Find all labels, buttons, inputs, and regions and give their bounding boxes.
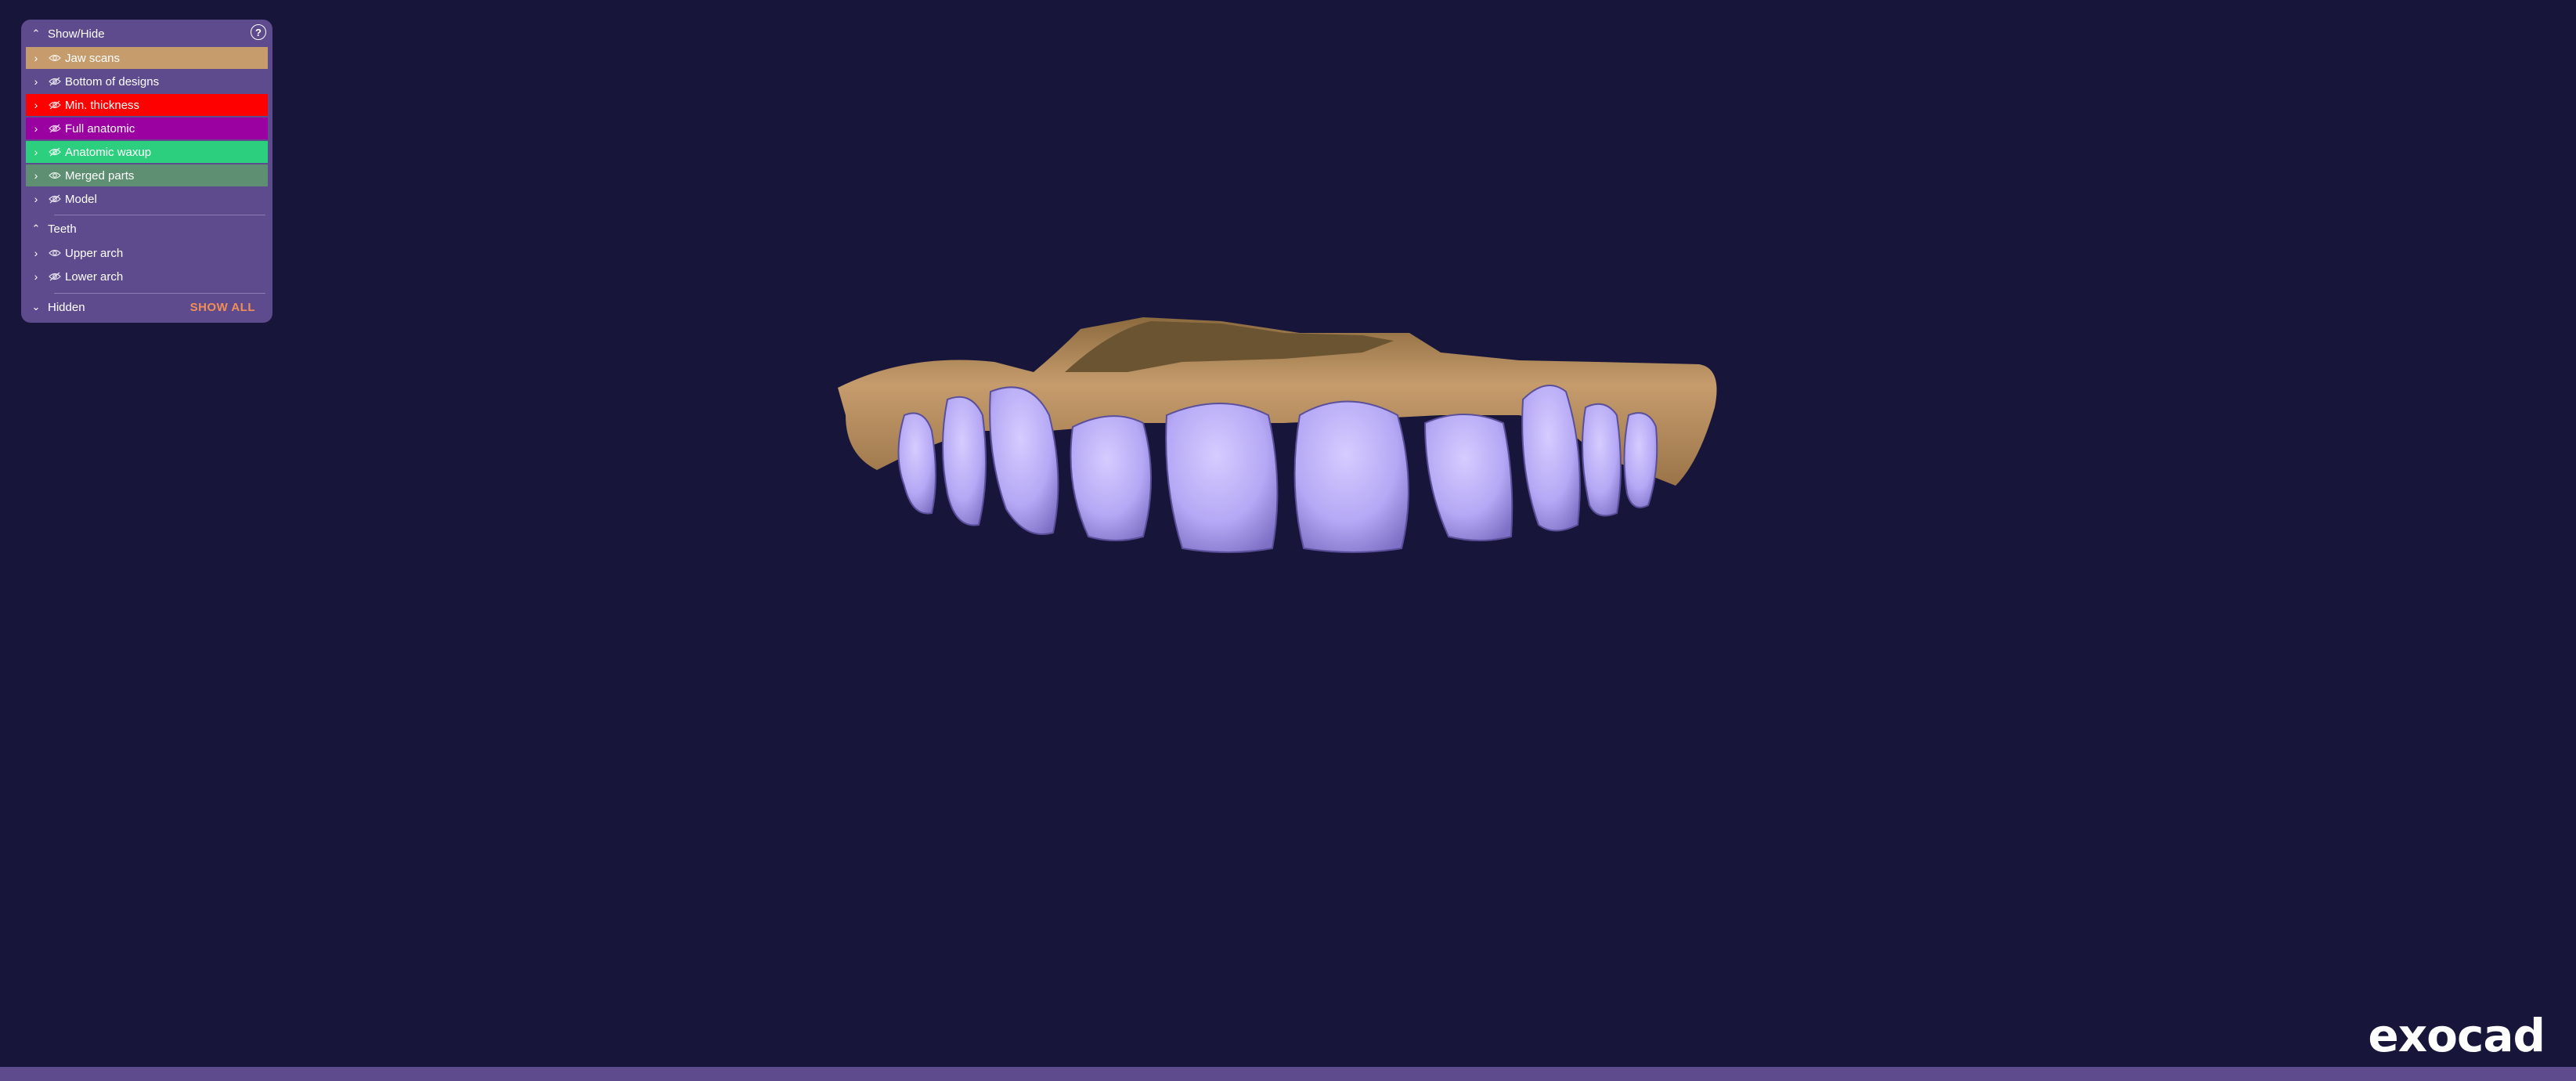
panel-title: Show/Hide — [48, 27, 105, 41]
chevron-right-icon[interactable]: › — [26, 146, 46, 158]
eye-hidden-icon[interactable] — [46, 100, 63, 110]
chevron-right-icon[interactable]: › — [26, 99, 46, 111]
chevron-right-icon[interactable]: › — [26, 75, 46, 88]
teeth-item-row[interactable]: › Upper arch — [26, 242, 268, 264]
teeth-item-row[interactable]: › Lower arch — [26, 266, 268, 287]
chevron-right-icon[interactable]: › — [26, 52, 46, 64]
layer-item-label: Merged parts — [65, 168, 135, 183]
eye-hidden-icon[interactable] — [46, 77, 63, 86]
eye-icon[interactable] — [46, 53, 63, 63]
chevron-right-icon[interactable]: › — [26, 122, 46, 135]
dental-3d-view[interactable] — [814, 298, 1754, 564]
teeth-title: Teeth — [48, 222, 77, 236]
eye-hidden-icon[interactable] — [46, 147, 63, 157]
layer-item-label: Full anatomic — [65, 121, 135, 136]
layer-item-row[interactable]: › Merged parts — [26, 164, 268, 186]
show-all-button[interactable]: SHOW ALL — [190, 301, 255, 314]
eye-icon[interactable] — [46, 171, 63, 180]
layer-item-row[interactable]: › Full anatomic — [26, 118, 268, 139]
layer-item-row[interactable]: › Min. thickness — [26, 94, 268, 116]
divider — [54, 293, 265, 294]
layer-item-row[interactable]: › Bottom of designs — [26, 70, 268, 92]
teeth-item-label: Lower arch — [65, 269, 124, 284]
layer-item-label: Jaw scans — [65, 51, 121, 65]
show-hide-header[interactable]: ⌃ Show/Hide — [26, 23, 268, 45]
hidden-header[interactable]: ⌄ Hidden SHOW ALL — [26, 296, 268, 318]
chevron-up-icon: ⌃ — [31, 27, 41, 39]
eye-hidden-icon[interactable] — [46, 124, 63, 133]
layer-item-label: Min. thickness — [65, 98, 140, 112]
teeth-item-label: Upper arch — [65, 246, 124, 260]
layer-item-label: Anatomic waxup — [65, 145, 152, 159]
hidden-title: Hidden — [48, 300, 85, 314]
chevron-up-icon: ⌃ — [31, 222, 41, 234]
layer-item-row[interactable]: › Anatomic waxup — [26, 141, 268, 163]
chevron-right-icon[interactable]: › — [26, 193, 46, 205]
bottom-bar — [0, 1067, 2576, 1081]
show-hide-panel: ⌃ Show/Hide ? › Jaw scans › Bottom of desig… — [21, 20, 272, 323]
teeth-header[interactable]: ⌃ Teeth — [26, 218, 268, 240]
chevron-right-icon[interactable]: › — [26, 270, 46, 283]
chevron-down-icon: ⌄ — [31, 301, 41, 313]
eye-hidden-icon[interactable] — [46, 272, 63, 281]
eye-icon[interactable] — [46, 248, 63, 258]
layer-item-label: Bottom of designs — [65, 74, 160, 89]
layer-item-row[interactable]: › Model — [26, 188, 268, 210]
exocad-logo: exocad — [2368, 1009, 2545, 1062]
layer-item-label: Model — [65, 192, 97, 206]
chevron-right-icon[interactable]: › — [26, 247, 46, 259]
layer-item-row[interactable]: › Jaw scans — [26, 47, 268, 69]
help-icon[interactable]: ? — [251, 24, 266, 40]
eye-hidden-icon[interactable] — [46, 194, 63, 204]
chevron-right-icon[interactable]: › — [26, 169, 46, 182]
